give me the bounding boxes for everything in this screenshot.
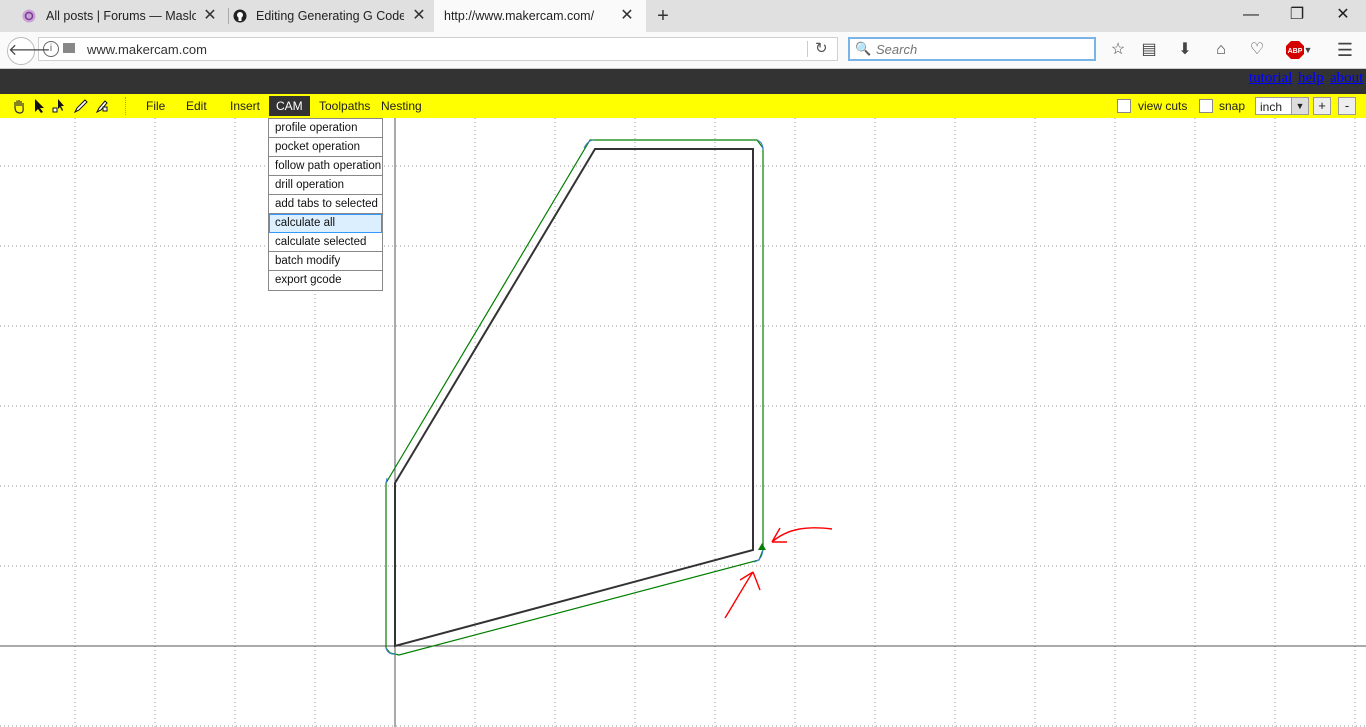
pocket-icon[interactable]: ♡: [1245, 38, 1269, 62]
address-bar[interactable]: i www.makercam.com ↻: [38, 37, 838, 61]
menu-insert[interactable]: Insert: [226, 94, 264, 118]
tab-forums[interactable]: All posts | Forums — Maslov ✕: [0, 0, 228, 32]
svg-text:ABP: ABP: [1288, 48, 1303, 55]
view-cuts-label: view cuts: [1138, 99, 1188, 113]
toolpath-corner-arcs: [385, 139, 764, 655]
hamburger-menu-icon[interactable]: ☰: [1333, 38, 1357, 62]
part-shape[interactable]: [394, 148, 754, 648]
grid-lines: [0, 118, 1366, 727]
drawing-canvas[interactable]: [0, 118, 1366, 727]
chevron-down-icon[interactable]: ▼: [1302, 38, 1314, 62]
hand-tool-icon[interactable]: [11, 98, 27, 114]
annotation-arrow-up: [724, 571, 761, 619]
reload-icon[interactable]: ↻: [815, 39, 828, 57]
chevron-down-icon[interactable]: ▼: [1291, 98, 1308, 114]
restore-button[interactable]: ❐: [1274, 0, 1320, 30]
search-icon: 🔍: [855, 41, 872, 56]
add-tabs-item[interactable]: add tabs to selected: [269, 195, 382, 214]
home-icon[interactable]: ⌂: [1209, 38, 1233, 62]
menu-file[interactable]: File: [142, 94, 169, 118]
tab-title: http://www.makercam.com/: [444, 9, 595, 23]
tutorial-link[interactable]: tutorial: [1249, 70, 1292, 87]
window-close-button[interactable]: ✕: [1320, 0, 1366, 30]
toolbar-divider: [125, 97, 126, 115]
menu-bar: File Edit Insert CAM Toolpaths Nesting v…: [0, 94, 1366, 118]
menu-toolpaths[interactable]: Toolpaths: [315, 94, 374, 118]
github-favicon-icon: [233, 9, 247, 23]
app-header: tutorial help about: [0, 69, 1366, 94]
menu-nesting[interactable]: Nesting: [377, 94, 426, 118]
snap-checkbox[interactable]: [1199, 99, 1213, 113]
url-divider: [807, 41, 808, 57]
toolpath-start-marker: [758, 543, 766, 550]
search-box[interactable]: 🔍: [848, 37, 1096, 61]
url-text[interactable]: www.makercam.com: [87, 42, 207, 57]
toolpath-outline[interactable]: [385, 139, 764, 656]
back-button[interactable]: 🡐: [7, 37, 51, 65]
menu-edit[interactable]: Edit: [182, 94, 211, 118]
tab-editing[interactable]: Editing Generating G Code U ✕: [229, 0, 434, 32]
view-cuts-checkbox[interactable]: [1117, 99, 1131, 113]
about-link[interactable]: about: [1330, 70, 1363, 87]
batch-modify-item[interactable]: batch modify: [269, 252, 382, 271]
menu-cam[interactable]: CAM: [269, 96, 310, 116]
node-tool-icon[interactable]: [52, 98, 68, 114]
pointer-tool-icon[interactable]: [32, 98, 48, 114]
zoom-in-button[interactable]: +: [1313, 97, 1331, 115]
minimize-button[interactable]: —: [1228, 0, 1274, 30]
downloads-icon[interactable]: ⬇: [1173, 38, 1197, 62]
cam-dropdown-menu: profile operation pocket operation follo…: [268, 118, 383, 291]
pen-node-tool-icon[interactable]: [94, 98, 110, 114]
tab-makercam[interactable]: http://www.makercam.com/ ✕: [434, 0, 646, 32]
unit-select[interactable]: inch ▼: [1255, 97, 1309, 115]
tab-title: All posts | Forums — Maslov: [46, 9, 196, 23]
tab-close-icon[interactable]: ✕: [201, 7, 219, 25]
reading-list-icon[interactable]: ▤: [1137, 38, 1161, 62]
new-tab-button[interactable]: +: [652, 5, 674, 27]
navigation-bar: i www.makercam.com ↻ 🡐 🔍 ☆ ▤ ⬇ ⌂ ♡ ABP ▼…: [0, 32, 1366, 69]
drill-operation-item[interactable]: drill operation: [269, 176, 382, 195]
page-icon: [63, 43, 75, 53]
pen-tool-icon[interactable]: [73, 98, 89, 114]
export-gcode-item[interactable]: export gcode: [269, 271, 382, 290]
tab-close-icon[interactable]: ✕: [410, 7, 428, 25]
tab-strip: All posts | Forums — Maslov ✕ Editing Ge…: [0, 0, 1366, 32]
zoom-out-button[interactable]: -: [1338, 97, 1356, 115]
help-link[interactable]: help: [1298, 70, 1324, 87]
tab-close-icon[interactable]: ✕: [618, 7, 636, 25]
follow-path-operation-item[interactable]: follow path operation: [269, 157, 382, 176]
profile-operation-item[interactable]: profile operation: [269, 119, 382, 138]
unit-value: inch: [1260, 100, 1283, 114]
tab-title: Editing Generating G Code U: [256, 9, 404, 23]
snap-label: snap: [1219, 99, 1246, 113]
calculate-all-item[interactable]: calculate all: [269, 214, 382, 233]
pocket-operation-item[interactable]: pocket operation: [269, 138, 382, 157]
bookmark-star-icon[interactable]: ☆: [1106, 38, 1130, 62]
annotation-arrow-right: [771, 527, 833, 543]
forum-favicon-icon: [22, 9, 36, 23]
calculate-selected-item[interactable]: calculate selected: [269, 233, 382, 252]
search-input[interactable]: [874, 41, 1088, 58]
